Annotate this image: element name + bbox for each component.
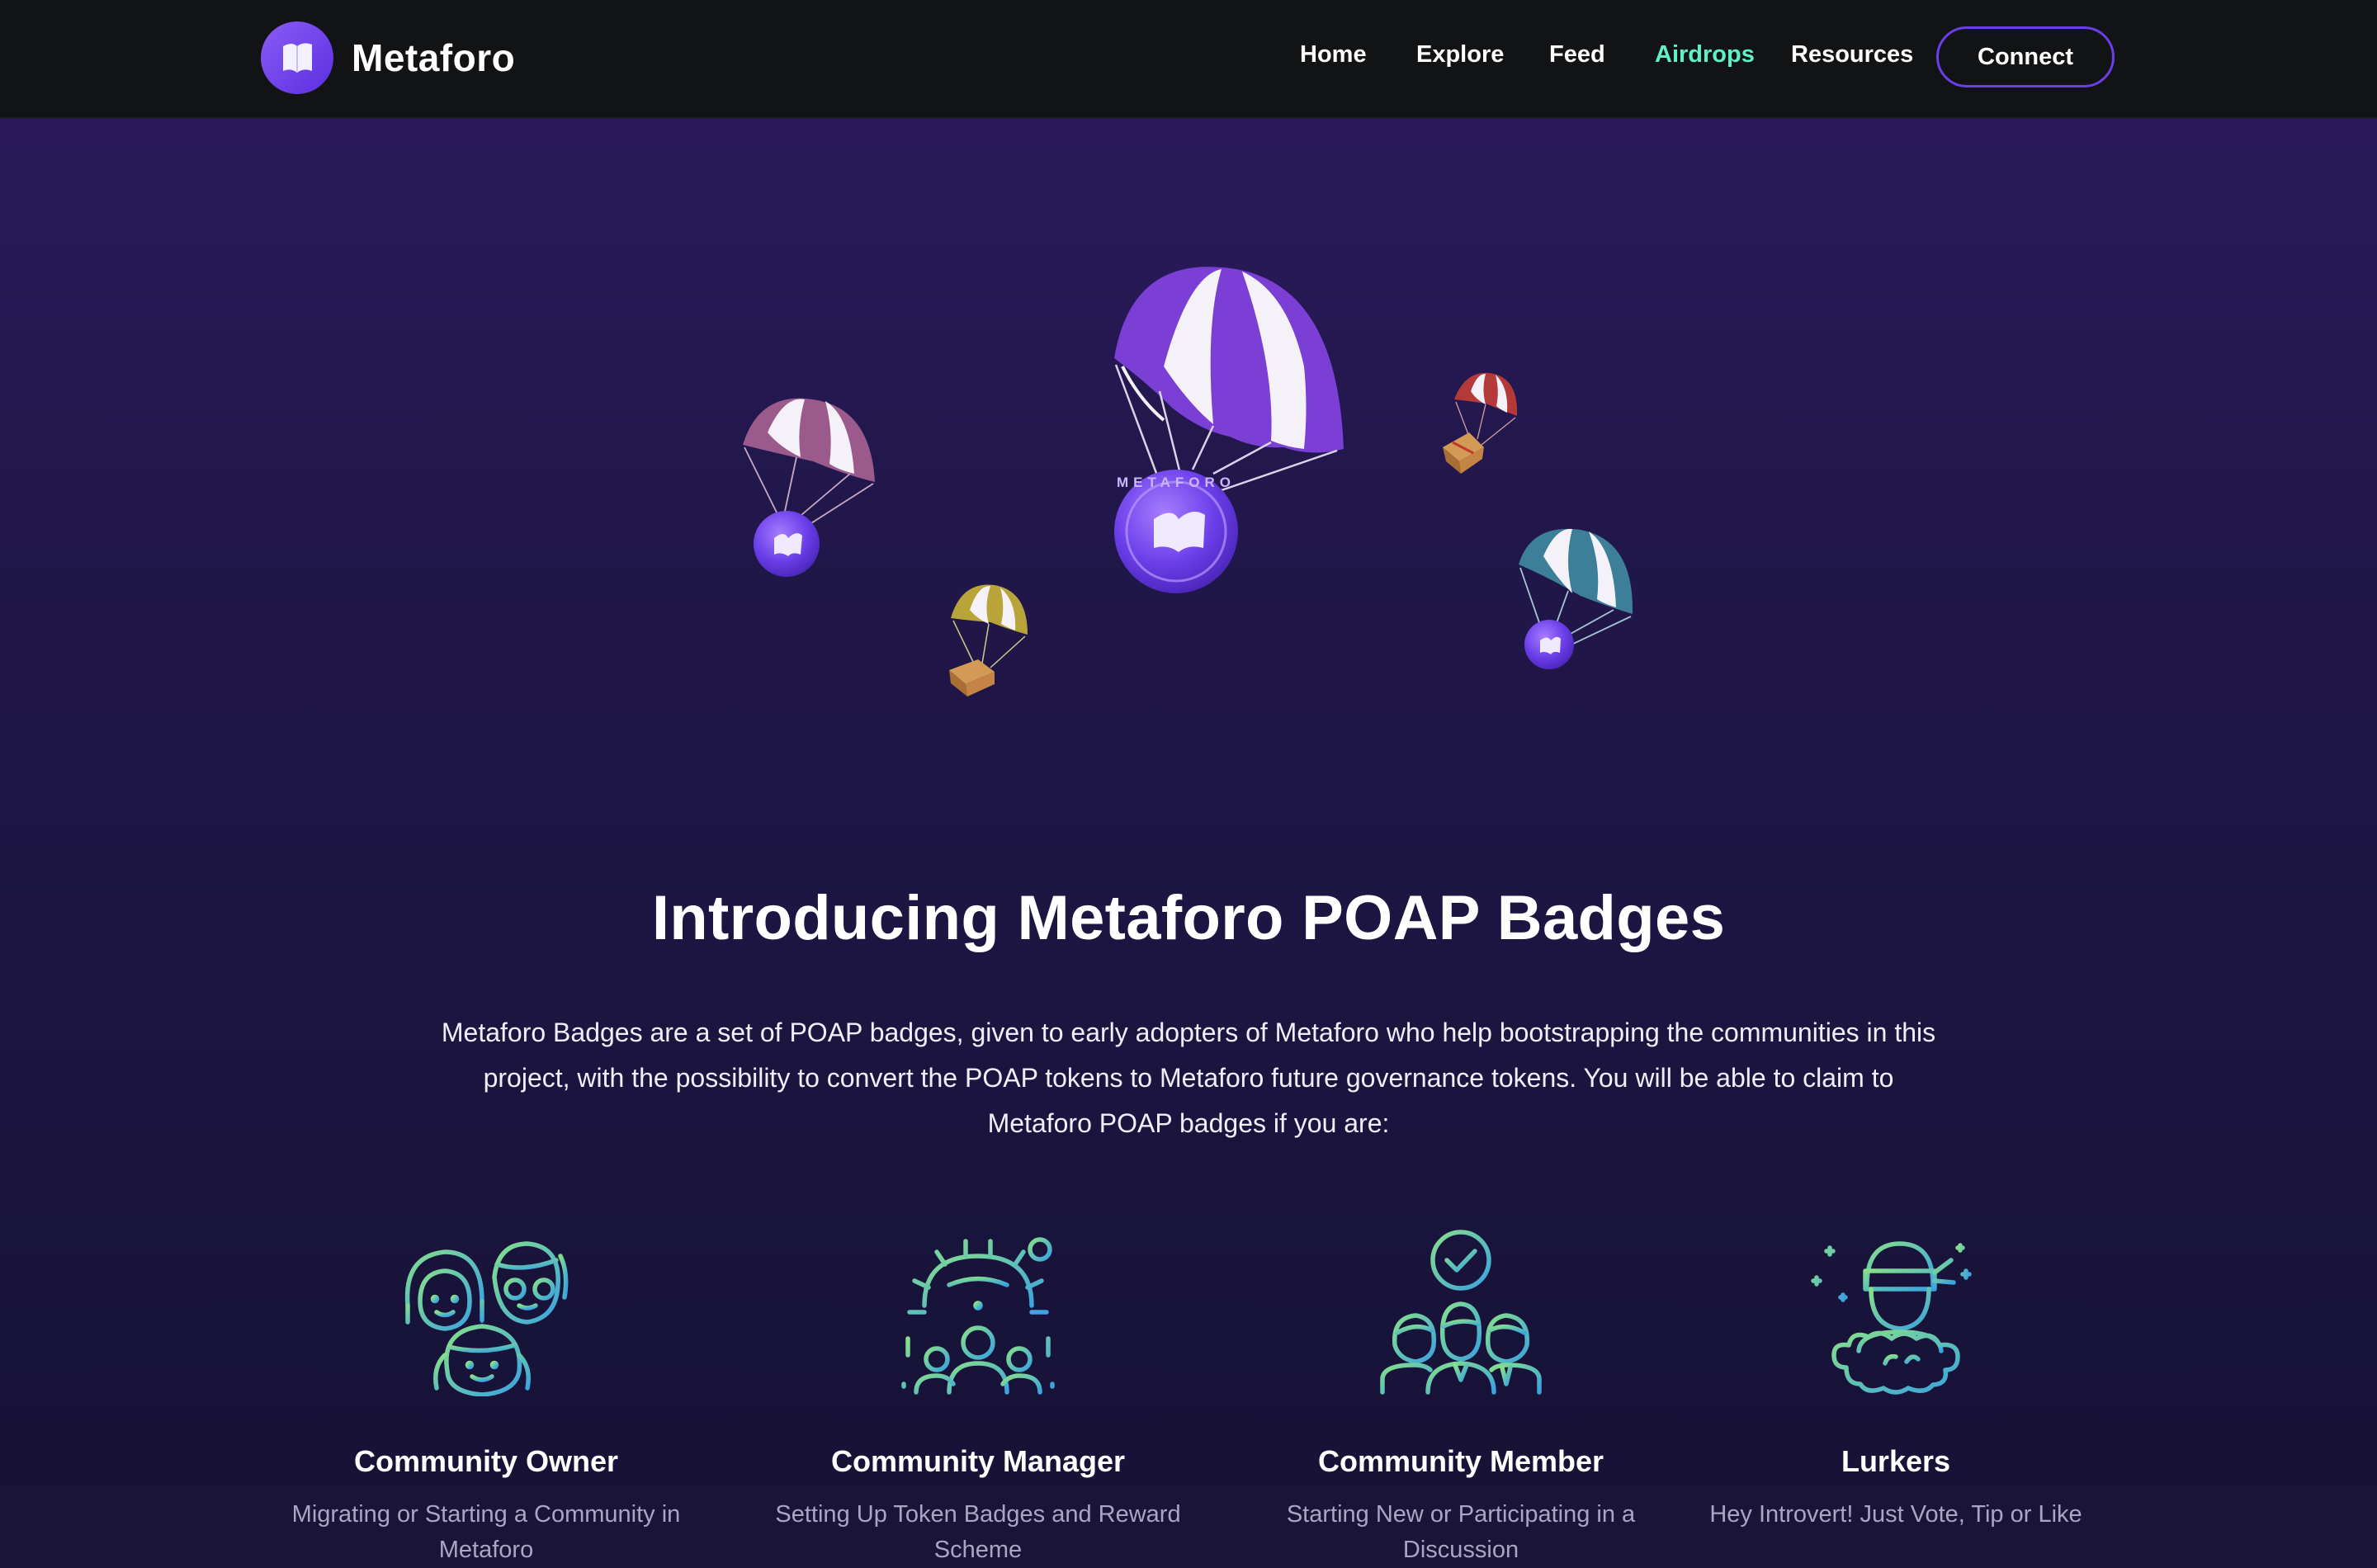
role-description: Migrating or Starting a Community in Met…: [291, 1501, 681, 1563]
intro-paragraph: Metaforo Badges are a set of POAP badges…: [441, 1018, 1936, 1138]
lurker-icon: [1811, 1241, 1972, 1395]
coin-text: METAFORO: [1117, 475, 1236, 490]
role-card-community-owner: Community Owner Migrating or Starting a …: [272, 1223, 701, 1568]
role-title: Community Member: [1317, 1444, 1604, 1478]
top-navbar: Metaforo Home Explore Feed Airdrops Reso…: [0, 0, 2377, 119]
community-manager-icon: [901, 1237, 1055, 1395]
hero-section: METAFORO Introducing Metaforo POAP Badge…: [0, 119, 2377, 1563]
nav-link-airdrops[interactable]: Airdrops: [1655, 41, 1755, 68]
small-parachute-icon: [1443, 372, 1518, 474]
role-description: Setting Up Token Badges and Reward Schem…: [775, 1501, 1181, 1563]
main-nav: Home Explore Feed Airdrops Resources Con…: [0, 0, 2377, 117]
role-title: Lurkers: [1841, 1444, 1951, 1478]
page-title: Introducing Metaforo POAP Badges: [651, 883, 1726, 953]
community-owner-icon: [404, 1241, 569, 1396]
nav-link-feed[interactable]: Feed: [1549, 41, 1605, 68]
role-title: Community Manager: [830, 1444, 1126, 1478]
role-title: Community Owner: [353, 1444, 619, 1478]
community-member-icon: [1380, 1230, 1542, 1395]
role-card-community-manager: Community Manager Setting Up Token Badge…: [763, 1223, 1193, 1568]
nav-link-explore[interactable]: Explore: [1416, 41, 1504, 68]
role-card-lurkers: Lurkers Hey Introvert! Just Vote, Tip or…: [1681, 1223, 2110, 1533]
connect-wallet-button[interactable]: Connect: [1936, 26, 2115, 87]
large-parachute-icon: METAFORO: [1114, 267, 1344, 593]
role-description: Starting New or Participating in a Discu…: [1286, 1501, 1636, 1563]
small-parachute-icon: [743, 398, 875, 577]
role-card-community-member: Community Member Starting New or Partici…: [1246, 1223, 1675, 1568]
role-description: Hey Introvert! Just Vote, Tip or Like: [1709, 1501, 2082, 1528]
small-parachute-icon: [949, 584, 1028, 697]
small-parachute-icon: [1519, 528, 1633, 669]
parachute-illustration: METAFORO: [743, 267, 1633, 697]
nav-link-home[interactable]: Home: [1300, 41, 1367, 68]
nav-link-resources[interactable]: Resources: [1791, 41, 1913, 68]
